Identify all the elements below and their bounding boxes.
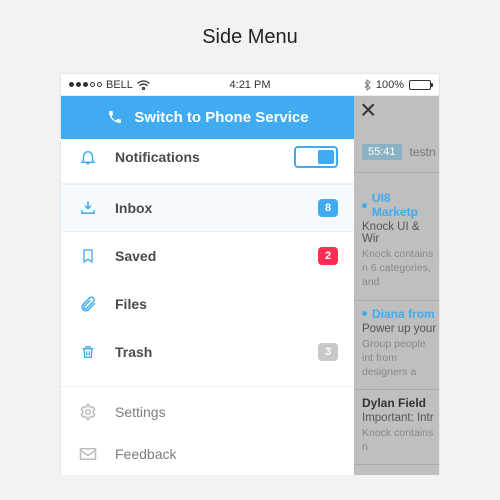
list-item[interactable]: Dylan Field Important: Intr Knock contai… bbox=[354, 390, 439, 465]
gear-icon bbox=[79, 403, 97, 421]
list-item[interactable]: UI8 Marketp Knock UI & Wir Knock contain… bbox=[354, 185, 439, 301]
item-title: Diana from bbox=[372, 307, 435, 321]
item-title: UI8 Marketp bbox=[372, 191, 439, 219]
item-subtitle: Power up your bbox=[362, 323, 439, 335]
switch-phone-service-button[interactable]: Switch to Phone Service bbox=[61, 96, 354, 139]
content-timestamp: 55:41 bbox=[362, 144, 402, 160]
menu-item-feedback[interactable]: Feedback bbox=[61, 433, 354, 475]
phone-icon bbox=[106, 108, 124, 126]
menu-item-settings[interactable]: Settings bbox=[61, 391, 354, 433]
page-title: Side Menu bbox=[0, 0, 500, 73]
menu-item-trash[interactable]: Trash 3 bbox=[61, 328, 354, 376]
unread-dot bbox=[362, 203, 367, 208]
item-subtitle: Knock UI & Wir bbox=[362, 221, 439, 245]
menu-item-label: Feedback bbox=[115, 446, 338, 462]
battery-icon bbox=[409, 80, 431, 90]
status-time: 4:21 PM bbox=[61, 79, 439, 91]
menu-item-saved[interactable]: Saved 2 bbox=[61, 232, 354, 280]
menu-notifications[interactable]: Notifications bbox=[61, 139, 354, 175]
bookmark-icon bbox=[79, 247, 97, 265]
unread-dot bbox=[362, 311, 367, 316]
menu-item-label: Saved bbox=[115, 248, 300, 264]
content-user: testn bbox=[410, 145, 436, 159]
side-menu: Switch to Phone Service Notifications In… bbox=[61, 96, 354, 475]
envelope-icon bbox=[79, 445, 97, 463]
item-title: Dylan Field bbox=[362, 396, 426, 410]
badge-saved: 2 bbox=[318, 247, 338, 265]
item-subtitle: Important: Intr bbox=[362, 412, 439, 424]
bell-icon bbox=[79, 148, 97, 166]
list-item[interactable]: Diana from Power up your Group people in… bbox=[354, 301, 439, 391]
menu-primary-group: Inbox 8 Saved 2 Files bbox=[61, 183, 354, 376]
close-icon[interactable]: × bbox=[360, 96, 376, 124]
menu-item-label: Files bbox=[115, 296, 338, 312]
menu-item-label: Trash bbox=[115, 344, 300, 360]
notifications-toggle[interactable] bbox=[294, 146, 338, 168]
item-body: Knock contains n 6 categories, and bbox=[362, 247, 439, 290]
paperclip-icon bbox=[79, 295, 97, 313]
item-body: Knock contains n bbox=[362, 426, 439, 454]
status-bar: BELL 4:21 PM 100% bbox=[61, 74, 439, 96]
menu-item-inbox[interactable]: Inbox 8 bbox=[61, 184, 354, 232]
menu-item-label: Settings bbox=[115, 404, 338, 420]
badge-inbox: 8 bbox=[318, 199, 338, 217]
device-frame: BELL 4:21 PM 100% Switch to Phone Servic… bbox=[60, 73, 440, 475]
menu-footer-group: Settings Feedback bbox=[61, 386, 354, 475]
menu-item-label: Inbox bbox=[115, 200, 300, 216]
notifications-label: Notifications bbox=[115, 149, 276, 165]
menu-item-files[interactable]: Files bbox=[61, 280, 354, 328]
trash-icon bbox=[79, 343, 97, 361]
badge-trash: 3 bbox=[318, 343, 338, 361]
inbox-icon bbox=[79, 199, 97, 217]
background-content: × 55:41 testn UI8 Marketp Knock UI & Wir… bbox=[354, 96, 439, 475]
item-body: Group people int from designers a bbox=[362, 337, 439, 380]
cta-label: Switch to Phone Service bbox=[134, 109, 308, 126]
